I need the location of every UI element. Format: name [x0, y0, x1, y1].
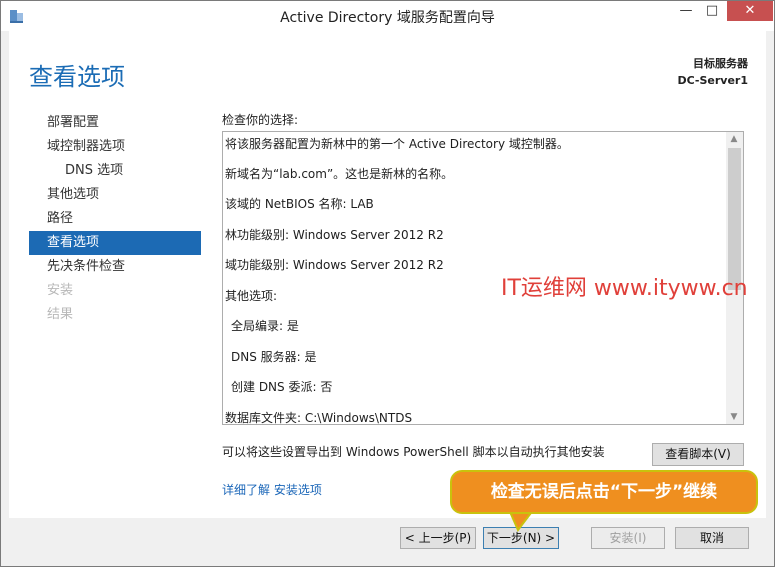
wizard-nav: 部署配置 域控制器选项 DNS 选项 其他选项 路径 查看选项 先决条件检查 安…	[29, 111, 201, 327]
review-line: 数据库文件夹: C:\Windows\NTDS	[225, 411, 413, 425]
previous-button[interactable]: < 上一步(P)	[400, 527, 476, 549]
review-line: 创建 DNS 委派: 否	[231, 380, 333, 394]
review-line: 新域名为“lab.com”。这也是新林的名称。	[225, 167, 454, 181]
review-line: 域功能级别: Windows Server 2012 R2	[225, 258, 444, 272]
review-line: 该域的 NetBIOS 名称: LAB	[225, 197, 374, 211]
review-label: 检查你的选择:	[222, 113, 299, 127]
review-line: 将该服务器配置为新林中的第一个 Active Directory 域控制器。	[225, 137, 569, 151]
review-line: DNS 服务器: 是	[231, 350, 317, 364]
nav-item-review-options[interactable]: 查看选项	[29, 231, 201, 255]
nav-item-additional-options[interactable]: 其他选项	[29, 183, 201, 207]
target-server-name: DC-Server1	[677, 74, 748, 87]
review-line: 林功能级别: Windows Server 2012 R2	[225, 228, 444, 242]
close-button[interactable]: ✕	[727, 1, 773, 21]
nav-item-deployment[interactable]: 部署配置	[29, 111, 201, 135]
export-description: 可以将这些设置导出到 Windows PowerShell 脚本以自动执行其他安…	[222, 445, 605, 459]
scroll-down-icon[interactable]: ▼	[729, 412, 739, 422]
review-line: 其他选项:	[225, 289, 278, 303]
page-title: 查看选项	[29, 63, 125, 91]
nav-item-dns-options[interactable]: DNS 选项	[29, 159, 201, 183]
nav-item-dc-options[interactable]: 域控制器选项	[29, 135, 201, 159]
title-bar: Active Directory 域服务配置向导 — □ ✕	[1, 1, 774, 31]
target-server-label: 目标服务器	[693, 57, 748, 70]
watermark-text: IT运维网 www.ityww.cn	[501, 276, 748, 301]
window-title: Active Directory 域服务配置向导	[280, 10, 495, 26]
nav-item-paths[interactable]: 路径	[29, 207, 201, 231]
install-button: 安装(I)	[591, 527, 665, 549]
nav-item-prerequisites[interactable]: 先决条件检查	[29, 255, 201, 279]
nav-item-results: 结果	[47, 307, 74, 322]
nav-item-installation: 安装	[47, 283, 74, 298]
instruction-callout: 检查无误后点击“下一步”继续	[450, 470, 758, 514]
scroll-up-icon[interactable]: ▲	[729, 134, 739, 144]
maximize-button[interactable]: □	[699, 1, 725, 21]
minimize-button[interactable]: —	[673, 1, 699, 21]
review-line: 全局编录: 是	[231, 319, 299, 333]
target-server-info: 目标服务器 DC-Server1	[677, 55, 748, 89]
button-bar: < 上一步(P) 下一步(N) > 安装(I) 取消	[9, 518, 766, 558]
scroll-thumb[interactable]	[728, 148, 741, 290]
cancel-button[interactable]: 取消	[675, 527, 749, 549]
view-script-button[interactable]: 查看脚本(V)	[652, 443, 744, 466]
learn-more-link[interactable]: 详细了解 安装选项	[222, 481, 322, 498]
